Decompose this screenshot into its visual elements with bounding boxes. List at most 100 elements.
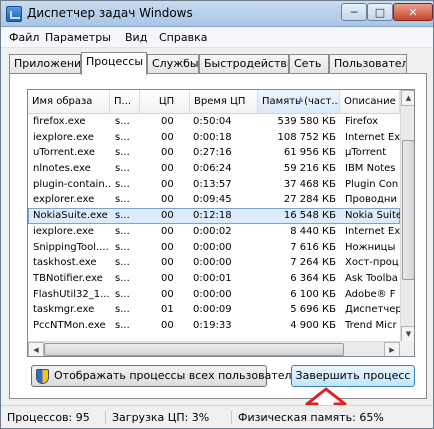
scroll-up-icon[interactable]: ▲ [401,90,414,106]
cell-memory: 108 752 КБ [277,131,337,143]
end-process-button[interactable]: Завершить процесс [291,365,415,387]
table-row[interactable]: FlashUtil32_1... s... 00 0:00:00 6 100 КБ Ado… [28,287,400,303]
status-physical-memory: Физическая память: 65% [231,411,431,424]
cell-memory: 16 548 КБ [283,210,336,222]
cell-memory: 6 100 КБ [290,288,336,300]
table-row[interactable]: plugin-contain... s... 00 0:13:57 37 468 КБ P… [28,177,400,193]
col-cpu-time[interactable]: Время ЦП [190,90,258,113]
scroll-right-icon[interactable]: ▶ [384,342,400,356]
table-row[interactable]: uTorrent.exe s... 00 0:27:16 61 956 КБ µTorre… [28,145,400,161]
cell-image-name: nlnotes.exe [33,163,91,175]
process-list[interactable]: Имя образа П... ЦП Время ЦП ▲ Память (ча… [27,89,415,357]
cell-cpu-time: 0:00:00 [193,257,232,269]
table-row[interactable]: PccNTMon.exe s... 00 0:19:33 4 900 КБ Trend M… [28,318,400,334]
cell-image-name: explorer.exe [33,194,95,206]
cell-cpu-time: 0:06:24 [193,163,232,175]
cell-memory: 539 580 КБ [277,116,337,127]
tab-processes[interactable]: Процессы [81,52,147,75]
col-user[interactable]: П... [110,90,140,113]
col-description[interactable]: Описание [340,90,400,113]
scroll-down-icon[interactable]: ▼ [401,326,414,342]
title-bar[interactable]: Диспетчер задач Windows ─ □ ✕ [1,1,433,27]
table-row[interactable]: iexplore.exe s... 00 0:00:02 8 440 КБ Interne… [28,224,400,240]
menu-file[interactable]: Файл [9,31,39,44]
cell-description: IBM Notes [345,163,396,175]
vertical-scroll-thumb[interactable] [402,140,414,280]
cell-image-name: iexplore.exe [33,131,94,143]
minimize-button[interactable]: ─ [341,3,367,21]
cell-user: s... [115,304,130,316]
table-row[interactable]: taskhost.exe s... 00 0:00:00 7 264 КБ Хост-пр… [28,255,400,271]
tab-applications[interactable]: Приложения [9,54,81,74]
cell-user: s... [115,225,130,237]
show-all-users-label: Отображать процессы всех пользователей [54,369,306,382]
table-row[interactable]: SnippingTool.... s... 00 0:00:00 7 616 КБ Нож… [28,240,400,256]
menu-view[interactable]: Вид [125,31,147,44]
cell-memory: 37 468 КБ [283,178,336,190]
sort-arrow-icon: ▲ [298,95,304,103]
cell-description: Хост-проц [345,257,399,269]
cell-description: Nokia Suite [345,210,400,222]
taskmanager-icon [6,6,22,22]
cell-memory: 5 696 КБ [290,304,336,316]
cell-image-name: plugin-contain... [33,178,110,190]
cell-user: s... [115,272,130,284]
cell-memory: 8 440 КБ [290,225,336,237]
tab-services[interactable]: Службы [147,54,199,74]
cell-memory: 27 284 КБ [283,194,336,206]
show-all-users-button[interactable]: Отображать процессы всех пользователей [31,365,305,387]
column-header: Имя образа П... ЦП Время ЦП ▲ Память (ча… [28,90,400,114]
menu-options[interactable]: Параметры [45,31,111,44]
cell-cpu-time: 0:27:16 [193,147,232,159]
col-cpu[interactable]: ЦП [140,90,190,113]
cell-cpu-time: 0:19:33 [193,319,232,331]
table-row[interactable]: NokiaSuite.exe s... 00 0:12:18 16 548 КБ Noki… [28,208,400,224]
cell-image-name: taskhost.exe [33,257,97,269]
cell-user: s... [115,147,130,159]
tab-users[interactable]: Пользователи [329,54,407,74]
col-memory[interactable]: ▲ Память (част... [258,90,340,113]
scroll-left-icon[interactable]: ◀ [28,342,44,356]
col-image-name[interactable]: Имя образа [28,90,110,113]
cell-user: s... [115,288,130,300]
cell-cpu-time: 0:12:18 [193,210,232,222]
task-manager-window: Диспетчер задач Windows ─ □ ✕ Файл Парам… [0,0,434,429]
cell-image-name: TBNotifier.exe [33,272,103,284]
cell-description: Ask Toolba [345,272,398,284]
table-row[interactable]: TBNotifier.exe s... 00 0:00:01 6 364 КБ Ask T… [28,271,400,287]
cell-description: Firefox [345,116,379,127]
table-row[interactable]: nlnotes.exe s... 00 0:06:24 59 216 КБ IBM Not… [28,161,400,177]
vertical-scrollbar[interactable]: ▲ ▼ [400,90,414,342]
status-bar: Процессов: 95 Загрузка ЦП: 3% Физическая… [1,405,433,428]
cell-image-name: NokiaSuite.exe [33,210,108,222]
cell-user: s... [115,178,130,190]
close-button[interactable]: ✕ [393,3,433,21]
status-process-count: Процессов: 95 [7,411,90,424]
cell-user: s... [115,194,130,206]
tab-performance[interactable]: Быстродействие [199,54,289,74]
maximize-button[interactable]: □ [367,3,393,21]
menu-bar: Файл Параметры Вид Справка [1,28,433,48]
horizontal-scroll-thumb[interactable] [44,343,344,356]
cell-image-name: taskmgr.exe [33,304,95,316]
cell-cpu-time: 0:00:00 [193,288,232,300]
menu-help[interactable]: Справка [159,31,207,44]
cell-memory: 61 956 КБ [283,147,336,159]
table-row[interactable]: iexplore.exe s... 00 0:00:18 108 752 КБ Inter… [28,130,400,146]
cell-cpu-time: 0:00:18 [193,131,232,143]
cell-cpu-time: 0:00:00 [193,241,232,253]
table-row[interactable]: explorer.exe s... 00 0:09:45 27 284 КБ Провод… [28,192,400,208]
table-row[interactable]: taskmgr.exe s... 01 0:00:09 5 696 КБ Диспетче… [28,302,400,318]
cell-description: Internet Ex [345,131,400,143]
table-row[interactable]: firefox.exe s... 00 0:50:04 539 580 КБ Firefo… [28,114,400,130]
cell-cpu-time: 0:13:57 [193,178,232,190]
cell-description: Ножницы [345,241,396,253]
cell-cpu-time: 0:50:04 [193,116,232,127]
horizontal-scrollbar[interactable]: ◀ ▶ [28,341,400,356]
tab-network[interactable]: Сеть [289,54,329,74]
process-rows: firefox.exe s... 00 0:50:04 539 580 КБ Firefo… [28,114,400,334]
cell-user: s... [115,163,130,175]
cell-description: Проводни [345,194,397,206]
cell-description: Internet Ex [345,225,400,237]
cell-memory: 4 900 КБ [290,319,336,331]
